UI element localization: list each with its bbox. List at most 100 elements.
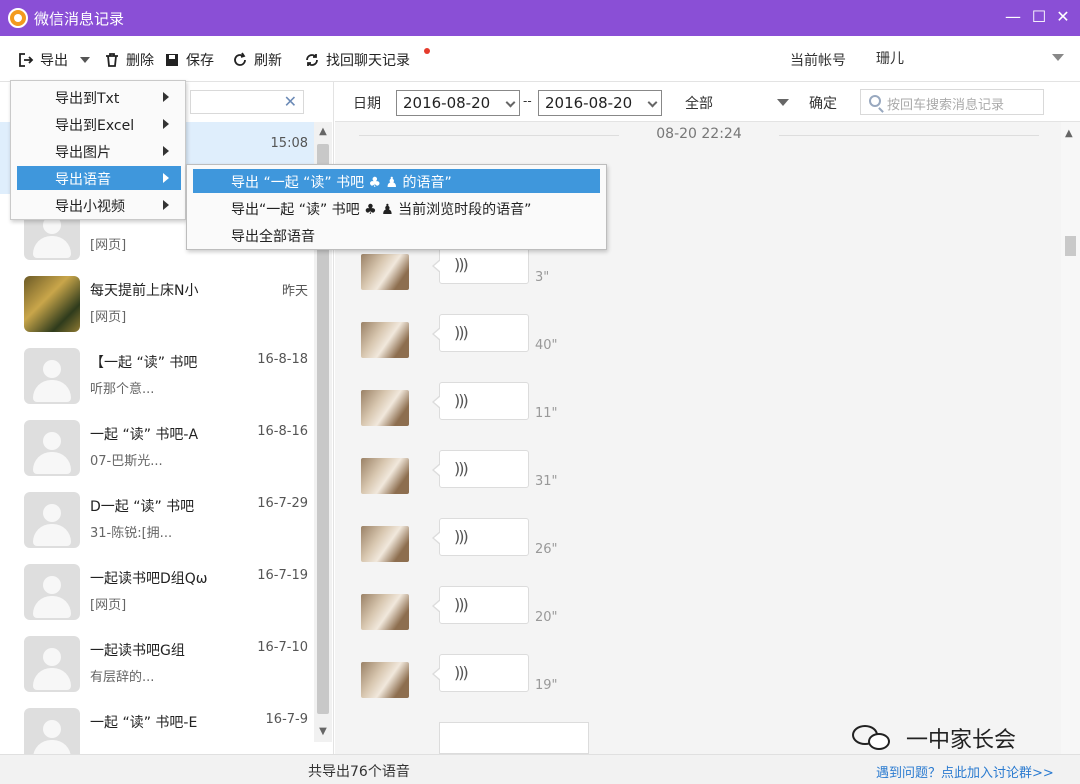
recover-chat-button[interactable]: 找回聊天记录 xyxy=(304,50,410,70)
conversation-item[interactable]: 【一起 “读” 书吧 16-8-18 听那个意... xyxy=(0,338,314,410)
menu-item-label: 导出小视频 xyxy=(55,199,125,215)
minimize-button[interactable]: — xyxy=(1002,6,1024,28)
delete-button[interactable]: 删除 xyxy=(104,50,154,70)
conversation-name: 每天提前上床N小 xyxy=(90,283,199,299)
export-menu: 导出到Txt 导出到Excel 导出图片导出语音导出小视频 xyxy=(10,80,186,220)
voice-message: ))) 31" xyxy=(361,450,621,506)
voice-bubble[interactable]: ))) xyxy=(432,314,529,352)
voice-bubble[interactable]: ))) xyxy=(432,518,529,556)
help-link[interactable]: 遇到问题？点此加入讨论群>> xyxy=(876,762,1054,781)
maximize-button[interactable]: ☐ xyxy=(1028,6,1050,28)
conversation-item[interactable]: 一起读书吧D组Qω 16-7-19 [网页] xyxy=(0,554,314,626)
avatar xyxy=(24,276,80,332)
voice-bubble[interactable]: ))) xyxy=(432,382,529,420)
chevron-right-icon xyxy=(163,146,169,156)
voice-wave-icon: ))) xyxy=(454,527,469,546)
conversation-preview: [网页] xyxy=(90,238,127,253)
scrollbar-thumb[interactable] xyxy=(1065,236,1076,256)
export-menu-item[interactable]: 导出到Excel xyxy=(17,112,181,136)
sender-avatar xyxy=(361,526,409,562)
scroll-up-icon[interactable]: ▲ xyxy=(1065,128,1073,139)
voice-bubble[interactable]: ))) xyxy=(432,246,529,284)
conversation-item[interactable]: 每天提前上床N小 昨天 [网页] xyxy=(0,266,314,338)
conversation-preview: 31-陈锐:[拥... xyxy=(90,526,173,541)
account-label: 当前帐号 xyxy=(790,53,846,69)
conversation-preview: [网页] xyxy=(90,598,127,613)
export-menu-item[interactable]: 导出到Txt xyxy=(17,85,181,109)
title-bar: 微信消息记录 — ☐ ✕ xyxy=(0,0,1080,36)
message-scrollbar[interactable]: ▲ xyxy=(1061,122,1080,754)
voice-submenu-item[interactable]: 导出 “一起 “读” 书吧 ♣ ♟ 的语音” xyxy=(193,169,600,193)
export-menu-item[interactable]: 导出语音 xyxy=(17,166,181,190)
scope-value: 全部 xyxy=(685,96,713,112)
voice-wave-icon: ))) xyxy=(454,595,469,614)
export-dropdown-icon[interactable] xyxy=(80,57,90,63)
chevron-right-icon xyxy=(163,173,169,183)
scroll-up-icon[interactable]: ▲ xyxy=(317,126,329,142)
refresh-button[interactable]: 刷新 xyxy=(232,50,282,70)
scope-select[interactable]: 全部 xyxy=(685,93,793,113)
voice-duration: 26" xyxy=(535,542,558,557)
voice-wave-icon: ))) xyxy=(454,459,469,478)
wechat-logo-icon xyxy=(852,723,896,753)
menu-item-label: 导出图片 xyxy=(55,145,111,161)
notification-dot xyxy=(424,48,430,54)
conversation-preview: 听那个意... xyxy=(90,382,155,397)
voice-message: ))) 3" xyxy=(361,246,621,302)
voice-message: ))) 19" xyxy=(361,654,621,710)
voice-submenu-item[interactable]: 导出“一起 “读” 书吧 ♣ ♟ 当前浏览时段的语音” xyxy=(193,196,600,220)
watermark-text: 一中家长会 xyxy=(906,728,1017,753)
conversation-item[interactable]: D一起 “读” 书吧 16-7-29 31-陈锐:[拥... xyxy=(0,482,314,554)
voice-bubble[interactable]: ))) xyxy=(432,654,529,692)
message-search-input[interactable]: 按回车搜索消息记录 xyxy=(860,89,1044,115)
conversation-time: 16-7-29 xyxy=(257,496,308,511)
toolbar: 导出 删除 保存 刷新 找回聊天记录 当前帐号 珊儿 xyxy=(0,36,1080,82)
scroll-down-icon[interactable]: ▼ xyxy=(317,726,329,742)
voice-duration: 11" xyxy=(535,406,558,421)
voice-submenu-item[interactable]: 导出全部语音 xyxy=(193,223,600,247)
export-menu-item[interactable]: 导出小视频 xyxy=(17,193,181,217)
export-button[interactable]: 导出 xyxy=(18,50,90,70)
export-voice-submenu: 导出 “一起 “读” 书吧 ♣ ♟ 的语音” 导出“一起 “读” 书吧 ♣ ♟ 当… xyxy=(186,164,607,250)
clear-search-icon[interactable]: ✕ xyxy=(284,92,297,111)
contact-search-input[interactable]: ✕ xyxy=(190,90,304,114)
sender-avatar xyxy=(361,254,409,290)
conversation-name: 一起 “读” 书吧-A xyxy=(90,427,199,443)
voice-wave-icon: ))) xyxy=(454,323,469,342)
avatar xyxy=(24,492,80,548)
save-button[interactable]: 保存 xyxy=(164,50,214,70)
date-from-picker[interactable]: 2016-08-20 xyxy=(396,90,520,116)
conversation-time: 16-8-18 xyxy=(257,352,308,367)
search-placeholder: 按回车搜索消息记录 xyxy=(887,98,1005,113)
conversation-name: D一起 “读” 书吧 xyxy=(90,499,195,515)
conversation-time: 15:08 xyxy=(270,136,308,151)
conversation-item[interactable]: 一起读书吧G组 16-7-10 有层辞的... xyxy=(0,626,314,698)
confirm-button[interactable]: 确定 xyxy=(809,93,837,113)
menu-item-label: 导出到Excel xyxy=(55,118,135,134)
sender-avatar xyxy=(361,458,409,494)
refresh-icon xyxy=(234,52,246,66)
voice-message: ))) 20" xyxy=(361,586,621,642)
account-select[interactable]: 珊儿 xyxy=(876,48,1072,72)
avatar xyxy=(24,420,80,476)
voice-bubble[interactable]: ))) xyxy=(432,586,529,624)
close-button[interactable]: ✕ xyxy=(1052,6,1074,28)
trash-icon xyxy=(106,53,118,67)
sender-avatar xyxy=(361,662,409,698)
voice-bubble[interactable]: ))) xyxy=(432,450,529,488)
voice-duration: 3" xyxy=(535,270,550,285)
avatar xyxy=(24,636,80,692)
conversation-name: 一起读书吧D组Qω xyxy=(90,571,208,587)
date-to-picker[interactable]: 2016-08-20 xyxy=(538,90,662,116)
export-count: 共导出76个语音 xyxy=(308,764,410,780)
chevron-right-icon xyxy=(163,119,169,129)
avatar xyxy=(24,348,80,404)
image-message[interactable] xyxy=(439,722,589,754)
chevron-right-icon xyxy=(163,92,169,102)
conversation-time: 16-7-19 xyxy=(257,568,308,583)
voice-duration: 19" xyxy=(535,678,558,693)
conversation-item[interactable]: 一起 “读” 书吧-A 16-8-16 07-巴斯光... xyxy=(0,410,314,482)
export-menu-item[interactable]: 导出图片 xyxy=(17,139,181,163)
voice-message: ))) 40" xyxy=(361,314,621,370)
date-to-value: 2016-08-20 xyxy=(545,94,633,112)
